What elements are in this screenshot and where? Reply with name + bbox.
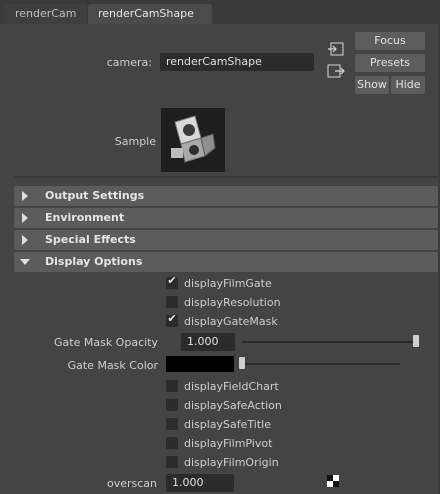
gate-mask-color-swatch[interactable] <box>166 356 234 372</box>
gate-mask-color-label: Gate Mask Color <box>67 359 158 372</box>
tab-rendercam[interactable]: renderCam <box>5 4 87 24</box>
camera-sample-thumbnail <box>161 108 225 172</box>
checkbox-label: displayFilmGate <box>184 277 272 290</box>
checkbox-label: displayResolution <box>184 296 281 309</box>
gate-mask-opacity-label: Gate Mask Opacity <box>54 336 158 349</box>
section-special-effects[interactable]: Special Effects <box>14 230 438 250</box>
checkbox-label: displayFieldChart <box>184 380 279 393</box>
gate-mask-opacity-slider[interactable] <box>242 341 418 343</box>
gate-mask-opacity-field[interactable]: 1.000 <box>181 333 235 351</box>
checkbox-display-film-pivot[interactable] <box>166 437 178 449</box>
section-label: Output Settings <box>45 189 145 202</box>
checkbox-label: displayFilmOrigin <box>184 456 279 469</box>
chevron-right-icon <box>22 213 28 223</box>
checkbox-display-resolution[interactable] <box>166 296 178 308</box>
camera-field[interactable]: renderCamShape <box>160 53 314 71</box>
checkmark-icon: ✔ <box>167 274 177 287</box>
sample-label: Sample <box>114 135 156 148</box>
section-label: Environment <box>45 211 125 224</box>
checkbox-label: displaySafeAction <box>184 399 282 412</box>
input-connection-icon[interactable] <box>327 42 345 56</box>
checkbox-display-safe-action[interactable] <box>166 399 178 411</box>
map-checker-icon[interactable] <box>327 475 339 487</box>
chevron-right-icon <box>22 235 28 245</box>
checkbox-display-film-gate[interactable]: ✔ <box>166 274 178 289</box>
show-button[interactable]: Show <box>355 76 389 94</box>
section-environment[interactable]: Environment <box>14 208 438 228</box>
section-output-settings[interactable]: Output Settings <box>14 186 438 206</box>
section-label: Display Options <box>45 255 143 268</box>
slider-handle[interactable] <box>239 357 245 369</box>
focus-button[interactable]: Focus <box>355 32 425 50</box>
presets-button[interactable]: Presets <box>355 54 425 72</box>
checkbox-display-film-origin[interactable] <box>166 456 178 468</box>
checkbox-display-safe-title[interactable] <box>166 418 178 430</box>
gate-mask-color-slider[interactable] <box>242 363 400 365</box>
section-display-options[interactable]: Display Options <box>14 252 438 272</box>
hide-button[interactable]: Hide <box>391 76 425 94</box>
checkbox-display-field-chart[interactable] <box>166 380 178 392</box>
checkbox-display-gate-mask[interactable]: ✔ <box>166 312 178 327</box>
divider <box>14 176 438 178</box>
section-label: Special Effects <box>45 233 136 246</box>
slider-handle[interactable] <box>413 335 419 347</box>
overscan-label: overscan <box>106 477 157 490</box>
camera-label: camera: <box>106 56 152 69</box>
checkmark-icon: ✔ <box>167 312 177 325</box>
overscan-field[interactable]: 1.000 <box>166 474 234 492</box>
checkbox-label: displaySafeTitle <box>184 418 271 431</box>
checkbox-label: displayFilmPivot <box>184 437 273 450</box>
tab-rendercamshape[interactable]: renderCamShape <box>88 4 212 24</box>
chevron-right-icon <box>22 191 28 201</box>
chevron-down-icon <box>20 259 30 265</box>
output-connection-icon[interactable] <box>327 64 345 78</box>
checkbox-label: displayGateMask <box>184 315 278 328</box>
